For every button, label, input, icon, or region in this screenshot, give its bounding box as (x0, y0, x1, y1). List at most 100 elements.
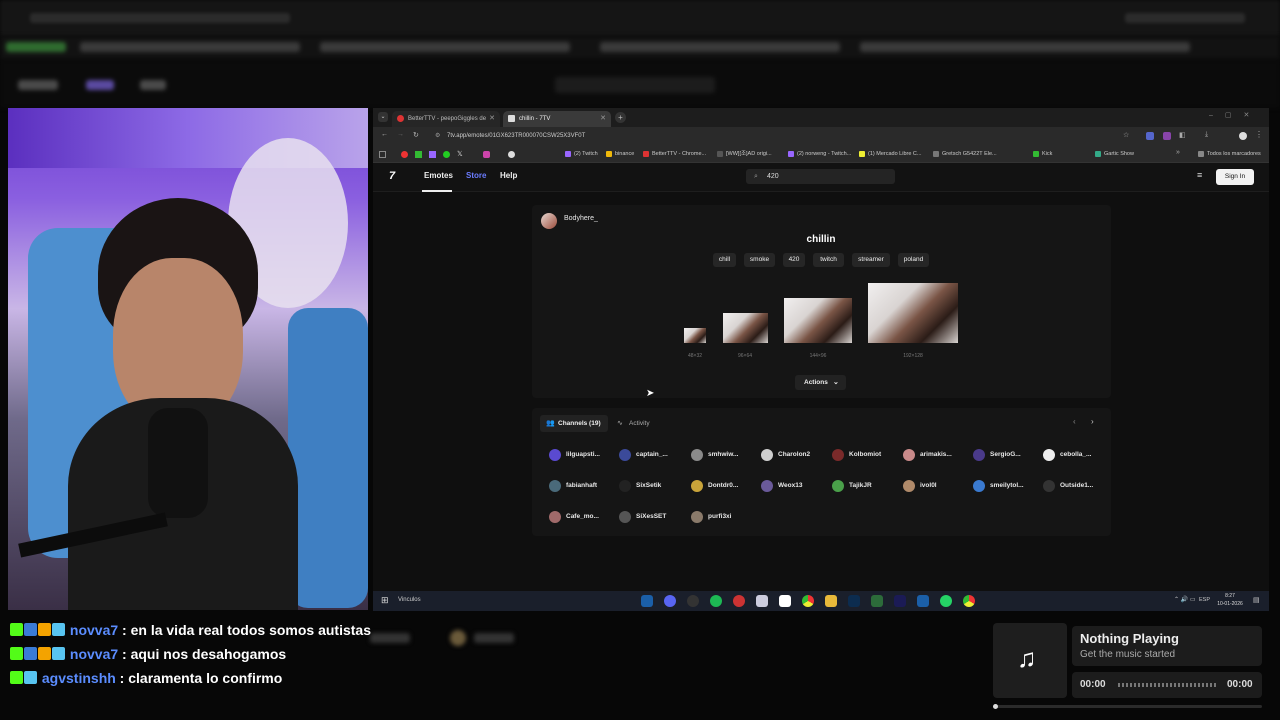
tab-activity[interactable]: ∿ Activity (616, 415, 666, 432)
actions-button[interactable]: Actions ⌄ (795, 375, 846, 390)
search-input[interactable]: ⌕ 420 (746, 169, 895, 184)
bookmark-gretsch[interactable]: Gretsch G5422T Ele... (933, 146, 997, 163)
record-icon[interactable] (733, 595, 745, 607)
x-icon[interactable]: 𝕏 (457, 150, 463, 158)
close-icon[interactable]: ✕ (600, 111, 606, 127)
tab-title: chillin - 7TV (519, 116, 551, 122)
photoshop-icon[interactable] (848, 595, 860, 607)
owner-name[interactable]: Bodyhere_ (564, 215, 598, 222)
tag-chip[interactable]: 420 (783, 253, 805, 267)
youtube-icon[interactable] (401, 151, 408, 158)
chat-username[interactable]: novva7 (70, 646, 118, 662)
instagram-icon[interactable] (483, 151, 490, 158)
emote-name: chillin (806, 234, 836, 245)
tab-bettertv[interactable]: BetterTTV - peepoGiggles de ✕ (392, 111, 500, 127)
tag-chip[interactable]: chill (713, 253, 736, 267)
chat-username[interactable]: agvstinshh (42, 670, 116, 686)
chrome-icon[interactable] (963, 595, 975, 607)
more-bookmarks-icon[interactable]: » (1176, 149, 1180, 156)
chrome-icon[interactable] (802, 595, 814, 607)
star-icon[interactable]: ☆ (1123, 131, 1129, 139)
profile-avatar[interactable] (1239, 132, 1247, 140)
emote-preview-2x[interactable] (723, 313, 768, 343)
taskbar-links-label[interactable]: Vinculos (398, 597, 421, 603)
bookmark-gartic[interactable]: Gartic Show (1095, 146, 1134, 163)
tray-icons[interactable]: ⌃ 🔊 ▭ (1174, 596, 1196, 603)
nav-emotes[interactable]: Emotes (424, 171, 453, 180)
steam-icon[interactable] (641, 595, 653, 607)
chat-text: en la vida real todos somos autistas (130, 622, 372, 638)
channel-avatar (903, 449, 915, 461)
window-controls[interactable]: –▢✕ (1209, 111, 1261, 119)
channel-avatar (691, 449, 703, 461)
tab-channels[interactable]: 👥 Channels (19) (540, 415, 608, 432)
windows-start-icon[interactable]: ⊞ (381, 595, 389, 606)
extension-icon[interactable] (1146, 132, 1154, 140)
bookmark-kick[interactable]: Kick (1033, 146, 1052, 163)
tag-chip[interactable]: twitch (813, 253, 844, 267)
site-info-icon[interactable]: ⚙ (435, 130, 440, 143)
notification-icon[interactable]: ▤ (1253, 596, 1260, 604)
tab-search-button[interactable]: ⌄ (378, 112, 388, 122)
tab-title: BetterTTV - peepoGiggles de (408, 116, 487, 122)
clock-time[interactable]: 8:27 (1215, 593, 1245, 599)
apps-icon[interactable] (379, 151, 386, 158)
premiere-icon[interactable] (894, 595, 906, 607)
bookmark-twitch[interactable]: (2) Twitch (565, 146, 598, 163)
chat-username[interactable]: novva7 (70, 622, 118, 638)
emote-preview-1x[interactable] (684, 328, 706, 343)
tab-chillin[interactable]: chillin - 7TV ✕ (503, 111, 611, 127)
extension-icon[interactable] (1163, 132, 1171, 140)
progress-knob[interactable] (993, 704, 998, 709)
steam-icon[interactable] (917, 595, 929, 607)
bookmark-bettertv[interactable]: BetterTTV - Chrome... (643, 146, 706, 163)
7tv-logo[interactable]: 7 (389, 170, 395, 182)
hamburger-menu-icon[interactable]: ≡ (1197, 170, 1202, 180)
music-note-icon: ♫ (1017, 643, 1037, 673)
close-icon[interactable]: ✕ (489, 111, 495, 127)
emote-preview-3x[interactable] (784, 298, 852, 343)
whatsapp-icon[interactable] (443, 151, 450, 158)
emote-preview-4x[interactable] (868, 283, 958, 343)
tag-chip[interactable]: poland (898, 253, 929, 267)
file-explorer-icon[interactable] (825, 595, 837, 607)
bookmark-norweng[interactable]: (2) norweng - Twitch... (788, 146, 851, 163)
channel-avatar (973, 480, 985, 492)
bookmark-mercadolibre[interactable]: (1) Mercado Libre C... (859, 146, 922, 163)
chevron-right-icon[interactable]: › (1091, 417, 1094, 426)
tag-chip[interactable]: smoke (744, 253, 775, 267)
bookmark-ad[interactable]: [WW][조]AD origi... (717, 146, 772, 163)
track-title: Nothing Playing (1080, 631, 1179, 646)
channel-avatar (549, 511, 561, 523)
app-icon[interactable] (871, 595, 883, 607)
kick-icon[interactable] (415, 151, 422, 158)
obs-icon[interactable] (687, 595, 699, 607)
bookmark-binance[interactable]: binance (606, 146, 634, 163)
discord-icon[interactable] (664, 595, 676, 607)
reload-icon[interactable]: ↻ (413, 131, 419, 139)
clock-date[interactable]: 10-01-2026 (1209, 601, 1251, 607)
tiktok-icon[interactable] (779, 595, 791, 607)
url-field[interactable]: ⚙ 7tv.app/emotes/01GX623TR000070CSW25X3V… (431, 130, 1091, 143)
nav-help[interactable]: Help (500, 171, 517, 180)
forward-icon[interactable]: → (397, 131, 404, 138)
menu-icon[interactable]: ⋮ (1255, 130, 1263, 139)
chevron-left-icon[interactable]: ‹ (1073, 417, 1076, 426)
nav-store[interactable]: Store (466, 171, 486, 180)
whatsapp-icon[interactable] (940, 595, 952, 607)
twitch-icon[interactable] (429, 151, 436, 158)
spotify-icon[interactable] (710, 595, 722, 607)
app-icon[interactable] (756, 595, 768, 607)
bookmark-all[interactable]: Todos los marcadores (1198, 146, 1261, 163)
sign-in-button[interactable]: Sign In (1216, 169, 1254, 185)
chatgpt-icon[interactable] (508, 151, 515, 158)
new-tab-button[interactable]: + (615, 112, 626, 123)
back-icon[interactable]: ← (381, 131, 388, 138)
music-progress-bar (993, 704, 1262, 709)
progress-track[interactable] (1118, 683, 1216, 687)
download-icon[interactable]: ⤓ (1205, 131, 1208, 139)
channel-name: ivol0l (920, 482, 937, 489)
puzzle-icon[interactable]: ◧ (1179, 131, 1186, 139)
owner-avatar[interactable] (541, 213, 557, 229)
tag-chip[interactable]: streamer (852, 253, 890, 267)
